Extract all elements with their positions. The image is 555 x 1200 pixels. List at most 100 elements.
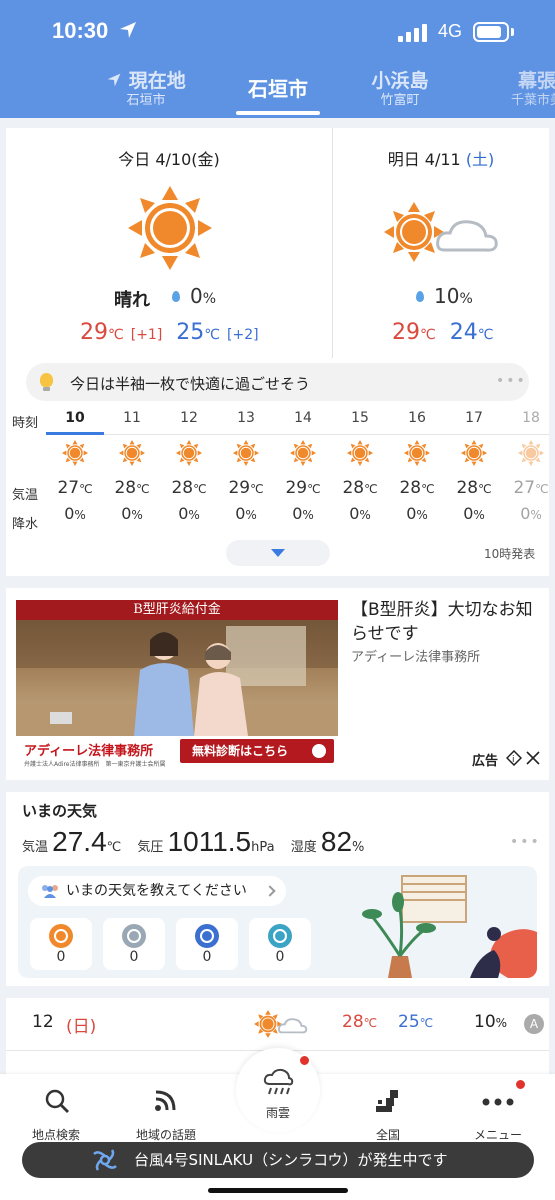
celsius-unit: ℃ [136, 482, 150, 496]
hourly-rain: 0% [107, 504, 157, 523]
hourly-temp-value: 28 [399, 478, 422, 498]
home-indicator [208, 1188, 348, 1193]
more-options-icon[interactable]: ••• [496, 373, 527, 389]
percent-unit: % [352, 840, 365, 855]
tab-current-location[interactable]: 現在地 石垣市 [96, 70, 196, 110]
report-count: 0 [202, 949, 212, 965]
percent-unit: % [188, 508, 200, 522]
hourly-temp-value: 28 [342, 478, 365, 498]
hourly-hour: 16 [408, 410, 426, 426]
tab-name: 現在地 [128, 70, 186, 92]
sunny-report-icon [49, 924, 73, 948]
location-arrow-icon [107, 73, 121, 87]
app-header: 10:30 4G 現在地 石垣市 石垣市 小浜島 竹富町 幕張 千葉市美 [0, 0, 555, 118]
rainy-report-icon [195, 924, 219, 948]
tomorrow-low-value: 24 [449, 320, 478, 345]
hourly-hour: 11 [123, 410, 141, 426]
report-weather-button[interactable]: いまの天気を教えてください [28, 876, 286, 906]
ad-cta-button[interactable]: 無料診断はこちら [180, 739, 334, 763]
percent-unit: % [473, 508, 485, 522]
status-time: 10:30 [52, 18, 109, 43]
today-precip-value: 0 [190, 284, 203, 308]
active-tab-indicator [236, 111, 320, 115]
hourly-column: 17 28℃ 0% [449, 410, 499, 523]
typhoon-icon [93, 1149, 117, 1171]
today-title: 今日 4/10(金) [6, 146, 332, 170]
hourly-rain-value: 0 [463, 504, 474, 523]
room-illustration [362, 875, 537, 978]
current-humidity: 82 [320, 826, 353, 857]
hourly-rain: 0% [164, 504, 214, 523]
report-weather-option[interactable]: 0 [30, 918, 92, 970]
current-pressure: 1011.5 [167, 826, 252, 857]
advice-banner[interactable]: 今日は半袖一枚で快適に過ごせそう ••• [26, 363, 529, 401]
tomorrow-temps: 29℃ 24℃ [392, 320, 493, 345]
celsius-unit: ℃ [420, 327, 436, 343]
temp-label: 気温 [22, 840, 49, 855]
nav-rain-radar[interactable]: 雨雲 [236, 1048, 320, 1132]
weekly-low: 25℃ [398, 1012, 433, 1032]
hourly-temp: 27℃ [506, 478, 555, 498]
celsius-unit: ℃ [106, 840, 122, 855]
hourly-column: 12 28℃ 0% [164, 410, 214, 523]
raindrop-icon [416, 291, 424, 302]
hourly-temp: 28℃ [392, 478, 442, 498]
percent-unit: % [74, 508, 86, 522]
celsius-unit: ℃ [477, 327, 494, 343]
hourly-hour: 14 [294, 410, 312, 426]
ad-image[interactable]: B型肝炎給付金 アディーレ法律事務所 弁護士法人Adire法律事務所 第一東京弁… [16, 600, 338, 768]
hourly-column: 14 29℃ 0% [278, 410, 328, 523]
report-count: 0 [56, 949, 66, 965]
nav-national-label: 全国 [375, 1128, 400, 1142]
sunny-icon [335, 440, 385, 466]
percent-unit: % [459, 291, 473, 307]
percent-unit: % [302, 508, 314, 522]
celsius-unit: ℃ [478, 482, 492, 496]
tab-kohama[interactable]: 小浜島 竹富町 [352, 70, 448, 110]
tab-name: 小浜島 [371, 70, 429, 92]
close-icon[interactable] [526, 751, 540, 765]
report-weather-option[interactable]: 0 [103, 918, 165, 970]
ad-photo-people [16, 620, 338, 736]
typhoon-alert-banner[interactable]: 台風4号SINLAKU（シンラコウ）が発生中です [22, 1142, 534, 1178]
hourly-temp-value: 29 [285, 478, 308, 498]
ad-title[interactable]: 【B型肝炎】大切なお知らせです [351, 598, 541, 646]
hourly-temp: 29℃ [278, 478, 328, 498]
hourly-hour: 15 [351, 410, 369, 426]
percent-unit: % [359, 508, 371, 522]
tab-makuhari[interactable]: 幕張 千葉市美 [492, 70, 555, 110]
location-arrow-icon [120, 22, 136, 38]
celsius-unit: ℃ [363, 1016, 378, 1030]
hourly-hour: 13 [237, 410, 255, 426]
ad-info-icon[interactable]: i [506, 750, 522, 766]
hourly-rain: 0% [221, 504, 271, 523]
ad-card[interactable]: B型肝炎給付金 アディーレ法律事務所 弁護士法人Adire法律事務所 第一東京弁… [6, 588, 549, 780]
hourly-rain: 0% [506, 504, 555, 523]
more-options-icon[interactable]: ••• [510, 834, 541, 850]
hourly-temp-value: 27 [57, 478, 80, 498]
signal-icon [398, 24, 427, 42]
status-bar: 10:30 4G [0, 0, 555, 62]
tomorrow-title: 明日 4/11 (土) [333, 146, 549, 170]
weekly-row[interactable]: 12 (日) 28℃ 25℃ 10% [6, 1010, 549, 1040]
today-high: 29℃ [+1] [80, 320, 162, 345]
notification-dot [514, 1078, 527, 1091]
report-weather-option[interactable]: 0 [176, 918, 238, 970]
tab-name: 石垣市 [248, 77, 308, 101]
ad-logo-text: アディーレ法律事務所 [24, 744, 154, 759]
celsius-unit: ℃ [307, 482, 321, 496]
ad-photo [16, 620, 338, 736]
weekly-low-value: 25 [398, 1012, 420, 1032]
celsius-unit: ℃ [364, 482, 378, 496]
tab-ishigaki[interactable]: 石垣市 [226, 78, 330, 100]
notification-dot [298, 1054, 311, 1067]
tomorrow-low: 24℃ [450, 320, 494, 345]
hourly-column: 15 28℃ 0% [335, 410, 385, 523]
sunny-icon [278, 440, 328, 466]
report-count: 0 [129, 949, 139, 965]
report-weather-option[interactable]: 0 [249, 918, 311, 970]
expand-hourly-button[interactable] [226, 540, 330, 566]
hourly-column: 11 28℃ 0% [107, 410, 157, 523]
celsius-unit: ℃ [79, 482, 93, 496]
hourly-column: 16 28℃ 0% [392, 410, 442, 523]
